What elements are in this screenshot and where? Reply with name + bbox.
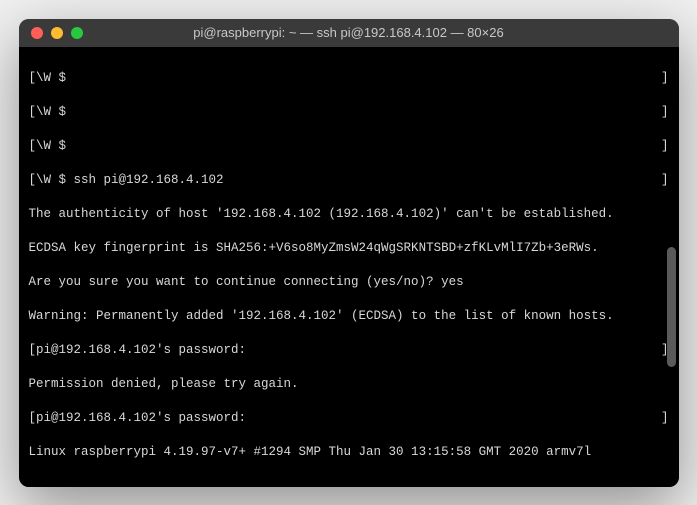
terminal-content[interactable]: [\W $] [\W $] [\W $] [\W $ ssh pi@192.16… [29, 53, 669, 487]
terminal-line [29, 478, 669, 487]
terminal-line: [pi@192.168.4.102's password:] [29, 410, 669, 427]
terminal-line: [\W $] [29, 70, 669, 87]
close-button[interactable] [31, 27, 43, 39]
terminal-line: [\W $] [29, 104, 669, 121]
window-title: pi@raspberrypi: ~ — ssh pi@192.168.4.102… [193, 25, 503, 40]
title-bar: pi@raspberrypi: ~ — ssh pi@192.168.4.102… [19, 19, 679, 47]
terminal-line: ECDSA key fingerprint is SHA256:+V6so8My… [29, 240, 669, 257]
terminal-line: The authenticity of host '192.168.4.102 … [29, 206, 669, 223]
minimize-button[interactable] [51, 27, 63, 39]
terminal-line: Permission denied, please try again. [29, 376, 669, 393]
maximize-button[interactable] [71, 27, 83, 39]
terminal-line: Linux raspberrypi 4.19.97-v7+ #1294 SMP … [29, 444, 669, 461]
scrollbar[interactable] [667, 247, 676, 367]
terminal-line: Warning: Permanently added '192.168.4.10… [29, 308, 669, 325]
terminal-line: [pi@192.168.4.102's password:] [29, 342, 669, 359]
traffic-lights [31, 27, 83, 39]
terminal-window: pi@raspberrypi: ~ — ssh pi@192.168.4.102… [19, 19, 679, 487]
terminal-body[interactable]: [\W $] [\W $] [\W $] [\W $ ssh pi@192.16… [19, 47, 679, 487]
terminal-line: [\W $ ssh pi@192.168.4.102] [29, 172, 669, 189]
terminal-line: [\W $] [29, 138, 669, 155]
terminal-line: Are you sure you want to continue connec… [29, 274, 669, 291]
